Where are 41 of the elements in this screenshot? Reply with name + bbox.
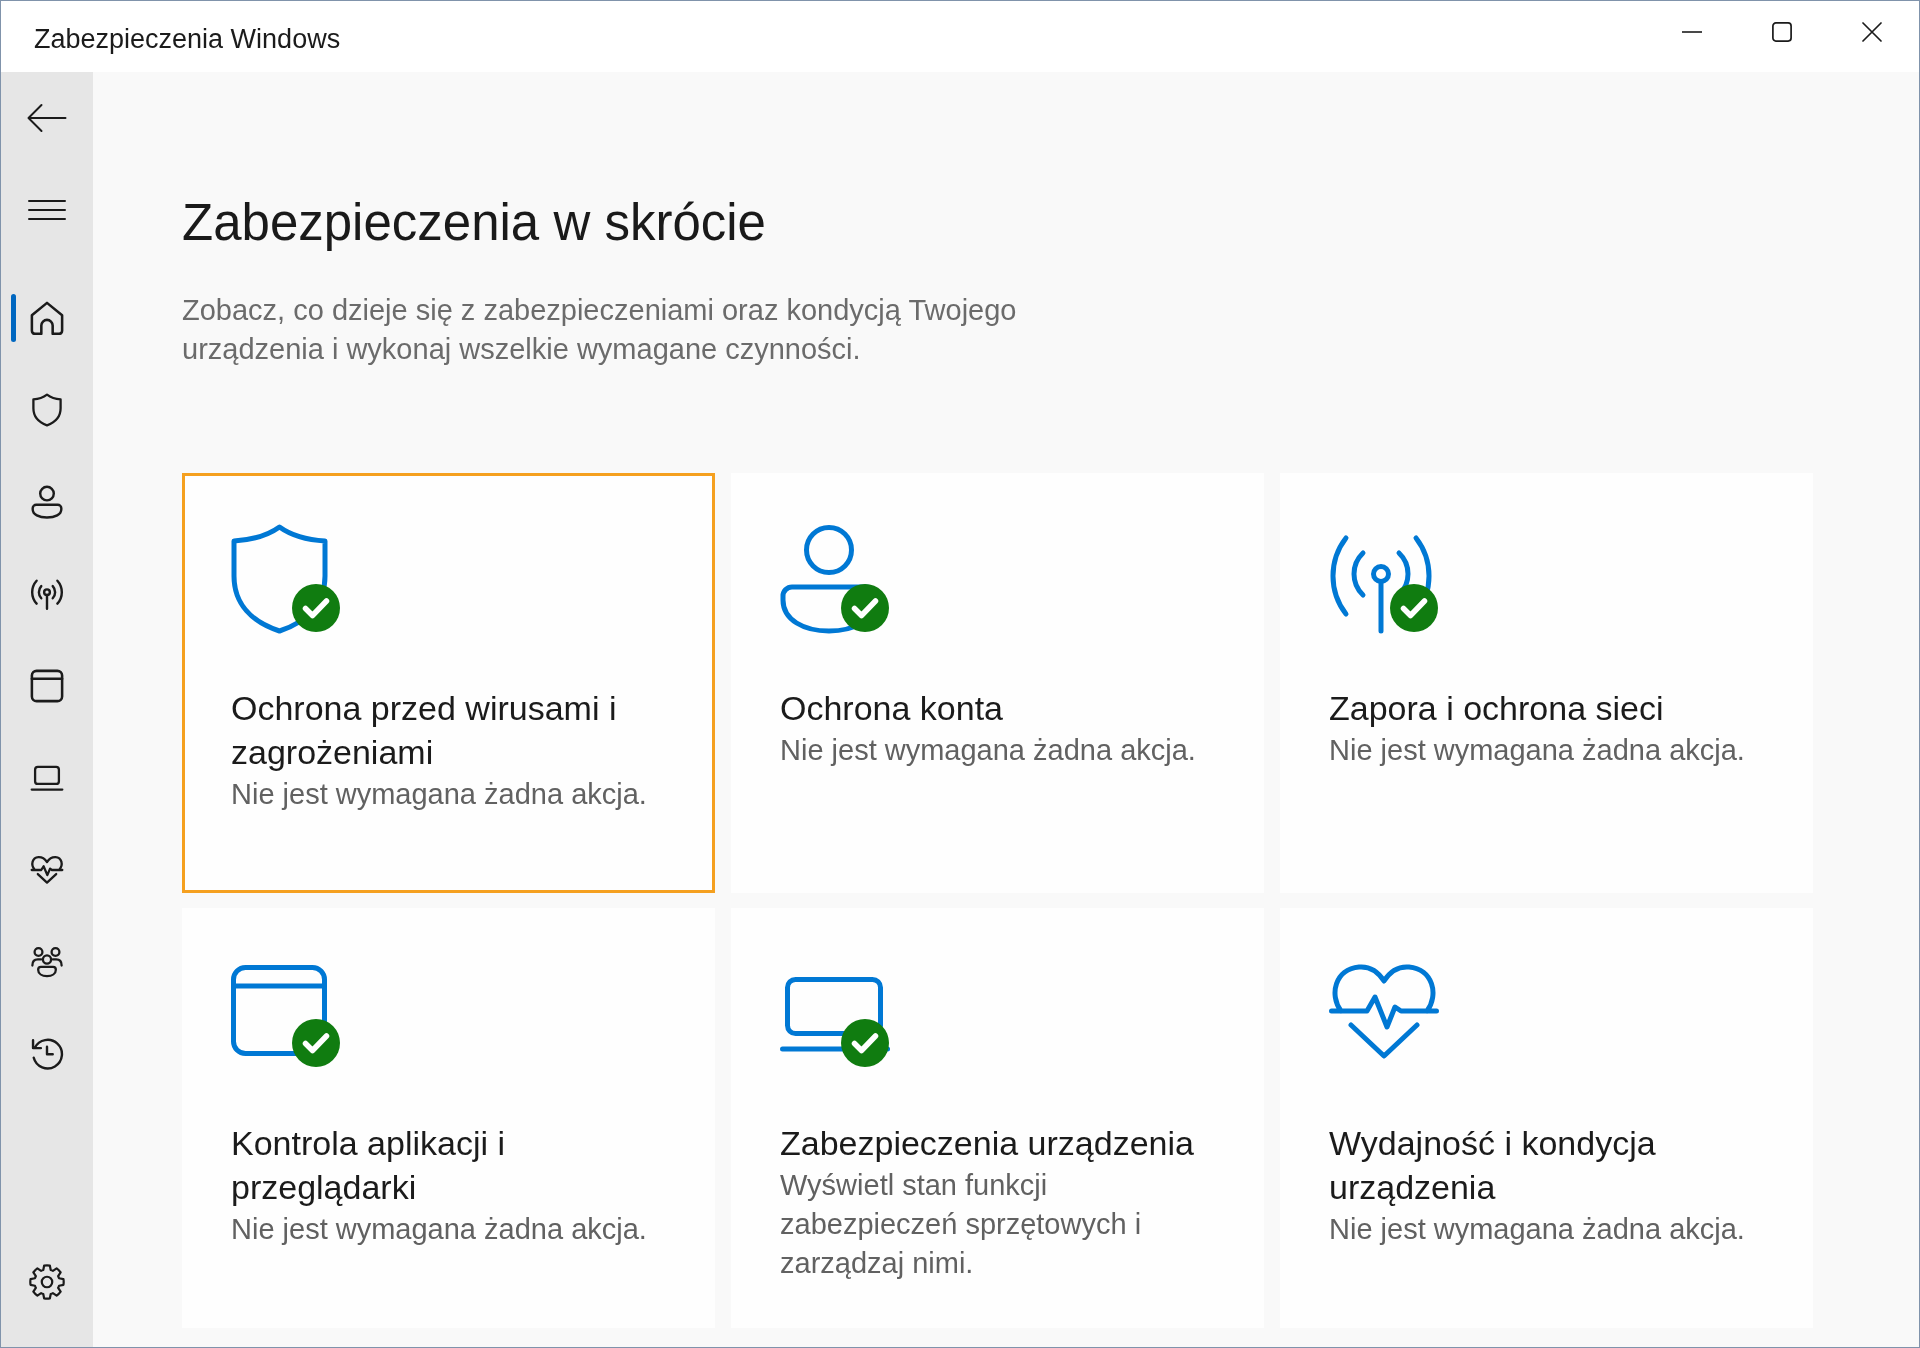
check-badge-icon xyxy=(292,1019,340,1067)
check-badge-icon xyxy=(292,584,340,632)
page-description: Zobacz, co dzieje się z zabezpieczeniami oraz kondycją Twojego urządzenia i wykonaj wszelkie wymagane czynności. xyxy=(182,293,1018,367)
card-title: Wydajność i kondycja urządzenia xyxy=(1329,1123,1657,1208)
card-description: Nie jest wymagana żadna akcja. xyxy=(231,1212,648,1247)
security-area-card[interactable]: Ochrona konta Nie jest wymagana żadna akcja. xyxy=(731,473,1264,893)
card-description: Nie jest wymagana żadna akcja. xyxy=(1329,1212,1746,1247)
card-description: Wyświetl stan funkcji zabezpieczeń sprzętowych i zarządzaj nimi. xyxy=(780,1168,1143,1281)
card-description: Nie jest wymagana żadna akcja. xyxy=(1329,733,1746,768)
card-title: Zabezpieczenia urządzenia xyxy=(780,1123,1195,1164)
settings-icon xyxy=(29,1264,65,1300)
check-badge-icon xyxy=(841,1019,889,1067)
person-icon xyxy=(30,485,64,519)
menu-icon xyxy=(28,200,66,220)
heart-pulse-icon xyxy=(30,853,64,887)
card-description: Nie jest wymagana żadna akcja. xyxy=(780,733,1197,768)
card-title: Ochrona przed wirusami i zagrożeniami xyxy=(231,688,618,773)
window-title: Zabezpieczenia Windows xyxy=(34,22,341,56)
close-icon xyxy=(1862,22,1882,42)
security-area-card[interactable]: Zapora i ochrona sieci Nie jest wymagana żadna akcja. xyxy=(1280,473,1813,893)
card-title: Ochrona konta xyxy=(780,688,1005,729)
security-area-card[interactable]: Zabezpieczenia urządzenia Wyświetl stan funkcji zabezpieczeń sprzętowych i zarządzaj nimi. xyxy=(731,908,1264,1328)
card-description: Nie jest wymagana żadna akcja. xyxy=(231,777,648,812)
check-badge-icon xyxy=(1390,584,1438,632)
minimize-icon xyxy=(1682,31,1702,33)
back-arrow-icon xyxy=(27,103,67,133)
home-icon xyxy=(30,301,64,335)
security-area-card[interactable]: Wydajność i kondycja urządzenia Nie jest wymagana żadna akcja. xyxy=(1280,908,1813,1328)
antenna-icon xyxy=(30,577,64,611)
card-title: Zapora i ochrona sieci xyxy=(1329,688,1665,729)
maximize-icon xyxy=(1772,22,1792,42)
check-badge-icon xyxy=(841,584,889,632)
security-area-card[interactable]: Ochrona przed wirusami i zagrożeniami Nie jest wymagana żadna akcja. xyxy=(182,473,715,893)
shield-icon xyxy=(30,393,64,427)
browser-window-icon xyxy=(30,669,64,703)
security-area-card[interactable]: Kontrola aplikacji i przeglądarki Nie jest wymagana żadna akcja. xyxy=(182,908,715,1328)
card-title: Kontrola aplikacji i przeglądarki xyxy=(231,1123,507,1208)
family-icon xyxy=(30,945,64,979)
heart-pulse-icon xyxy=(1329,963,1439,1060)
history-icon xyxy=(30,1037,64,1071)
page-heading: Zabezpieczenia w skrócie xyxy=(182,193,767,253)
